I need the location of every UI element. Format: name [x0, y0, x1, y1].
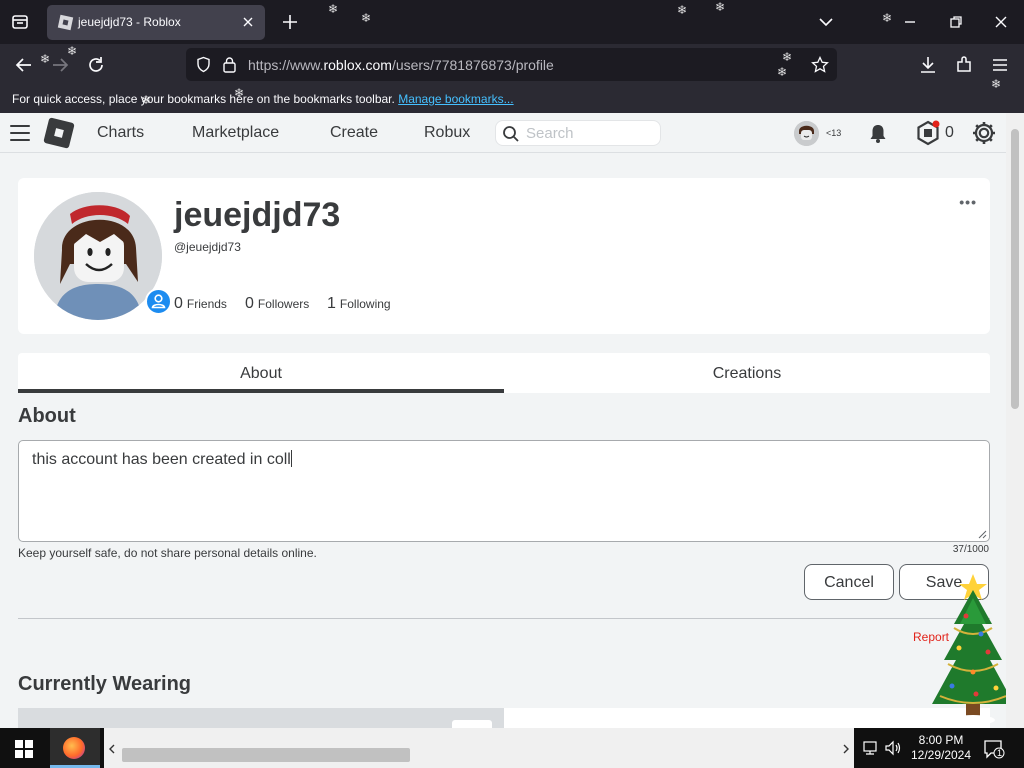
manage-bookmarks-link[interactable]: Manage bookmarks...: [398, 92, 513, 106]
roblox-header: Charts Marketplace Create Robux <13 0: [0, 113, 1006, 153]
browser-tab-strip: jeuejdjd73 - Roblox: [0, 0, 1024, 44]
settings-gear-icon[interactable]: [971, 120, 997, 146]
robux-count: 0: [945, 124, 954, 141]
followers-stat[interactable]: 0 Followers: [245, 295, 309, 313]
close-tab-icon[interactable]: [239, 13, 257, 31]
firefox-icon: [63, 737, 85, 759]
bookmark-star-icon[interactable]: [811, 56, 829, 74]
wearing-avatar-panel: [18, 708, 504, 728]
vertical-scrollbar[interactable]: [1006, 113, 1024, 728]
cancel-button[interactable]: Cancel: [804, 564, 894, 600]
safety-note: Keep yourself safe, do not share persona…: [18, 546, 317, 560]
online-status-icon: [145, 288, 172, 315]
tab-list-icon[interactable]: [8, 10, 32, 34]
nav-robux[interactable]: Robux: [424, 124, 470, 142]
robux-icon[interactable]: [915, 120, 941, 146]
profile-tabs: About Creations: [18, 353, 990, 393]
notifications-bell-icon[interactable]: [865, 120, 891, 146]
search-input[interactable]: [526, 124, 652, 142]
wearing-items-panel: [504, 708, 990, 728]
scroll-right-icon[interactable]: [842, 744, 850, 754]
divider: [18, 618, 990, 619]
shield-icon[interactable]: [195, 56, 212, 73]
nav-charts[interactable]: Charts: [97, 124, 144, 142]
browser-tab-active[interactable]: jeuejdjd73 - Roblox: [47, 5, 265, 40]
christmas-tree-decoration: [932, 574, 1006, 725]
notification-count: 1: [997, 748, 1003, 758]
hamburger-menu-icon[interactable]: [10, 125, 30, 141]
about-textarea[interactable]: this account has been created in coll: [18, 440, 990, 542]
firefox-taskbar-button[interactable]: [50, 728, 100, 768]
more-options-icon[interactable]: •••: [959, 194, 977, 210]
roblox-favicon-icon: [57, 14, 74, 31]
scroll-left-icon[interactable]: [108, 744, 116, 754]
page-viewport: Charts Marketplace Create Robux <13 0: [0, 113, 1006, 728]
lock-icon[interactable]: [222, 56, 237, 73]
tab-title: jeuejdjd73 - Roblox: [78, 15, 181, 29]
address-bar[interactable]: https://www.roblox.com/users/7781876873/…: [186, 48, 837, 81]
header-avatar[interactable]: [794, 121, 819, 146]
resize-handle-icon[interactable]: [977, 529, 987, 539]
age-badge: <13: [826, 128, 842, 138]
about-text: this account has been created in coll: [32, 451, 291, 468]
volume-icon[interactable]: [884, 740, 902, 756]
forward-arrow-icon[interactable]: [49, 54, 71, 76]
profile-avatar[interactable]: [34, 192, 162, 320]
friends-stat[interactable]: 0 Friends: [174, 295, 227, 313]
roblox-logo[interactable]: [43, 117, 75, 149]
restore-icon[interactable]: [946, 12, 966, 32]
windows-start-icon[interactable]: [15, 740, 33, 758]
taskbar-clock[interactable]: 8:00 PM 12/29/2024: [906, 733, 976, 763]
network-icon[interactable]: [862, 740, 880, 756]
search-box[interactable]: [495, 120, 661, 146]
downloads-icon[interactable]: [917, 54, 939, 76]
bookmarks-toolbar: For quick access, place your bookmarks h…: [0, 86, 1024, 113]
bookmarks-message: For quick access, place your bookmarks h…: [12, 92, 514, 106]
menu-icon[interactable]: [989, 54, 1011, 76]
horizontal-scroll-track: [104, 728, 854, 768]
tab-creations[interactable]: Creations: [504, 353, 990, 393]
tab-about[interactable]: About: [18, 353, 504, 393]
close-window-icon[interactable]: [991, 12, 1011, 32]
display-name: jeuejdjd73: [174, 196, 341, 234]
url-text[interactable]: https://www.roblox.com/users/7781876873/…: [248, 57, 554, 73]
extensions-icon[interactable]: [953, 54, 975, 76]
new-tab-icon[interactable]: [280, 12, 300, 32]
character-counter: 37/1000: [952, 544, 989, 555]
nav-marketplace[interactable]: Marketplace: [192, 124, 279, 142]
nav-create[interactable]: Create: [330, 124, 378, 142]
currently-wearing-heading: Currently Wearing: [18, 673, 191, 695]
back-arrow-icon[interactable]: [13, 54, 35, 76]
search-icon: [503, 126, 519, 142]
profile-header-card: jeuejdjd73 @jeuejdjd73 0 Friends 0 Followe…: [18, 178, 990, 334]
minimize-icon[interactable]: [900, 12, 920, 32]
vertical-scroll-thumb[interactable]: [1011, 129, 1019, 409]
avatar-view-toggle[interactable]: [452, 720, 492, 728]
windows-taskbar: 8:00 PM 12/29/2024 1: [0, 728, 1024, 768]
following-stat[interactable]: 1 Following: [327, 295, 391, 313]
username: @jeuejdjd73: [174, 240, 241, 254]
about-heading: About: [18, 405, 76, 427]
reload-icon[interactable]: [85, 54, 107, 76]
browser-navbar: https://www.roblox.com/users/7781876873/…: [0, 44, 1024, 86]
list-all-tabs-icon[interactable]: [816, 12, 836, 32]
text-cursor: [290, 450, 292, 467]
horizontal-scroll-thumb[interactable]: [122, 748, 410, 762]
